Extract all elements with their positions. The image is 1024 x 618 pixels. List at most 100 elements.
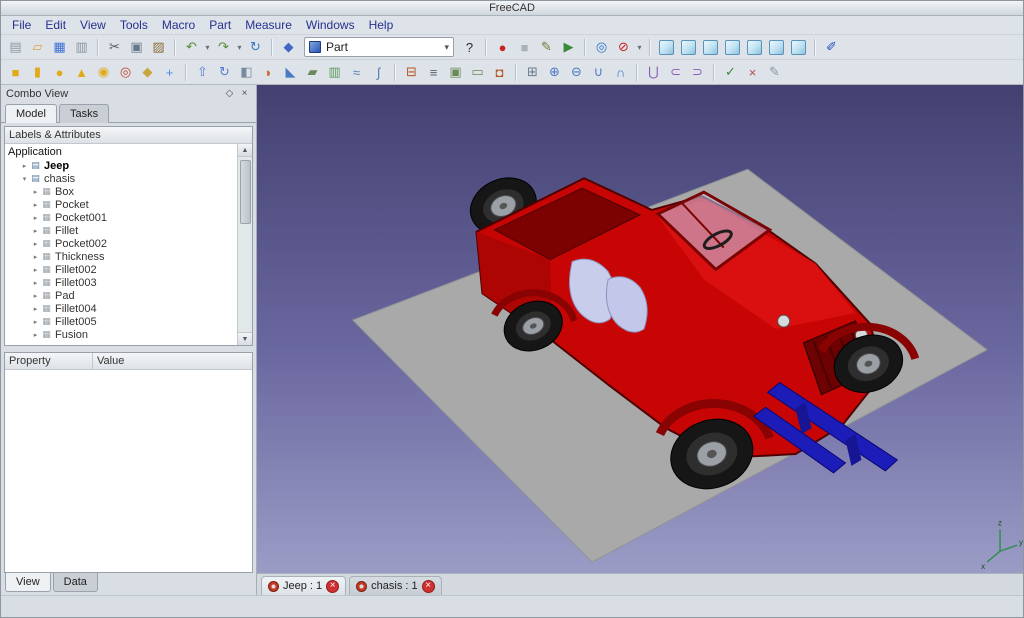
tree-item-thickness[interactable]: ▸▦Thickness: [7, 250, 236, 263]
collapse-arrow-icon[interactable]: ▾: [20, 175, 29, 183]
part-section-icon[interactable]: ⊟: [401, 62, 422, 83]
undo-dropdown-icon[interactable]: ▾: [203, 37, 212, 58]
3d-scene[interactable]: z y x: [257, 85, 1023, 573]
view-rear-icon[interactable]: [747, 40, 762, 55]
refresh-icon[interactable]: ↻: [245, 37, 266, 58]
part-defeaturing-icon[interactable]: ×: [742, 62, 763, 83]
part-torus-icon[interactable]: ◉: [93, 62, 114, 83]
part-measure-icon[interactable]: ✎: [764, 62, 785, 83]
part-embed-icon[interactable]: ⊂: [665, 62, 686, 83]
document-tab-jeep[interactable]: Jeep : 1×: [261, 576, 346, 595]
part-boolean-icon[interactable]: ⊕: [544, 62, 565, 83]
part-offset-3d-icon[interactable]: ▣: [445, 62, 466, 83]
menu-file[interactable]: File: [5, 17, 38, 33]
workbench-switcher-icon[interactable]: ◆: [278, 37, 299, 58]
part-cylinder-icon[interactable]: ▮: [27, 62, 48, 83]
expand-arrow-icon[interactable]: ▸: [31, 305, 40, 313]
menu-edit[interactable]: Edit: [38, 17, 73, 33]
view-left-icon[interactable]: [791, 40, 806, 55]
tree-item-fillet004[interactable]: ▸▦Fillet004: [7, 302, 236, 315]
part-tube-icon[interactable]: ◎: [115, 62, 136, 83]
expand-arrow-icon[interactable]: ▸: [31, 214, 40, 222]
undo-icon[interactable]: ↶: [181, 37, 202, 58]
cut-icon[interactable]: ✂: [104, 37, 125, 58]
part-sphere-icon[interactable]: ●: [49, 62, 70, 83]
expand-arrow-icon[interactable]: ▸: [31, 292, 40, 300]
tree-item-fusion[interactable]: ▸▦Fusion: [7, 328, 236, 341]
part-common-icon[interactable]: ∩: [610, 62, 631, 83]
expand-arrow-icon[interactable]: ▸: [31, 318, 40, 326]
part-box-icon[interactable]: ■: [5, 62, 26, 83]
tree-item-pocket[interactable]: ▸▦Pocket: [7, 198, 236, 211]
fit-all-icon[interactable]: ◎: [591, 37, 612, 58]
part-cutout-icon[interactable]: ⊃: [687, 62, 708, 83]
view-right-icon[interactable]: [725, 40, 740, 55]
expand-arrow-icon[interactable]: ▸: [31, 201, 40, 209]
expand-arrow-icon[interactable]: ▸: [31, 227, 40, 235]
part-loft-icon[interactable]: ≈: [346, 62, 367, 83]
measure-distance-icon[interactable]: ✐: [821, 37, 842, 58]
paste-icon[interactable]: ▨: [148, 37, 169, 58]
tab-tasks[interactable]: Tasks: [59, 104, 109, 123]
expand-arrow-icon[interactable]: ▸: [31, 188, 40, 196]
close-panel-icon[interactable]: ×: [238, 87, 251, 100]
part-offset-2d-icon[interactable]: ▭: [467, 62, 488, 83]
tree-item-chasis[interactable]: ▾▤chasis: [7, 172, 236, 185]
draw-style-dropdown-icon[interactable]: ▾: [635, 37, 644, 58]
close-tab-icon[interactable]: ×: [326, 580, 339, 593]
float-panel-icon[interactable]: ◇: [223, 87, 236, 100]
expand-arrow-icon[interactable]: ▸: [31, 266, 40, 274]
execute-macro-icon[interactable]: ▶: [558, 37, 579, 58]
menu-measure[interactable]: Measure: [238, 17, 299, 33]
viewport-3d[interactable]: z y x: [257, 85, 1023, 573]
close-tab-icon[interactable]: ×: [422, 580, 435, 593]
print-icon[interactable]: ▥: [71, 37, 92, 58]
redo-icon[interactable]: ↷: [213, 37, 234, 58]
tree-item-jeep[interactable]: ▸▤Jeep: [7, 159, 236, 172]
tree-scrollbar[interactable]: ▲ ▼: [237, 144, 252, 345]
new-document-icon[interactable]: ▤: [5, 37, 26, 58]
menu-help[interactable]: Help: [362, 17, 401, 33]
part-check-geometry-icon[interactable]: ✓: [720, 62, 741, 83]
copy-icon[interactable]: ▣: [126, 37, 147, 58]
part-revolve-icon[interactable]: ↻: [214, 62, 235, 83]
part-fillet-icon[interactable]: ◗: [258, 62, 279, 83]
part-cross-sections-icon[interactable]: ≡: [423, 62, 444, 83]
tree-item-pocket001[interactable]: ▸▦Pocket001: [7, 211, 236, 224]
menu-view[interactable]: View: [73, 17, 113, 33]
scroll-up-icon[interactable]: ▲: [238, 144, 252, 157]
stop-macro-icon[interactable]: ■: [514, 37, 535, 58]
tree-item-fillet[interactable]: ▸▦Fillet: [7, 224, 236, 237]
part-union-icon[interactable]: ∪: [588, 62, 609, 83]
part-mirror-icon[interactable]: ◧: [236, 62, 257, 83]
part-cut-icon[interactable]: ⊖: [566, 62, 587, 83]
menu-macro[interactable]: Macro: [155, 17, 202, 33]
view-front-icon[interactable]: [681, 40, 696, 55]
part-make-face-icon[interactable]: ▰: [302, 62, 323, 83]
tree-item-box[interactable]: ▸▦Box: [7, 185, 236, 198]
record-macro-icon[interactable]: ●: [492, 37, 513, 58]
tree-item-pocket002[interactable]: ▸▦Pocket002: [7, 237, 236, 250]
expand-arrow-icon[interactable]: ▸: [31, 253, 40, 261]
redo-dropdown-icon[interactable]: ▾: [235, 37, 244, 58]
part-chamfer-icon[interactable]: ◣: [280, 62, 301, 83]
menu-windows[interactable]: Windows: [299, 17, 362, 33]
tab-data[interactable]: Data: [53, 573, 98, 592]
scroll-thumb[interactable]: [240, 160, 251, 224]
tree-root-application[interactable]: Application: [5, 144, 252, 158]
view-bottom-icon[interactable]: [769, 40, 784, 55]
whats-this-icon[interactable]: ?: [459, 37, 480, 58]
part-sweep-icon[interactable]: ∫: [368, 62, 389, 83]
tree-item-fillet003[interactable]: ▸▦Fillet003: [7, 276, 236, 289]
menu-tools[interactable]: Tools: [113, 17, 155, 33]
scroll-down-icon[interactable]: ▼: [238, 332, 252, 345]
tree-item-fillet002[interactable]: ▸▦Fillet002: [7, 263, 236, 276]
part-extrude-icon[interactable]: ⇧: [192, 62, 213, 83]
part-cone-icon[interactable]: ▲: [71, 62, 92, 83]
view-isometric-icon[interactable]: [659, 40, 674, 55]
part-ruled-surface-icon[interactable]: ▥: [324, 62, 345, 83]
edit-macro-icon[interactable]: ✎: [536, 37, 557, 58]
view-top-icon[interactable]: [703, 40, 718, 55]
document-tab-chasis[interactable]: chasis : 1×: [349, 576, 441, 595]
expand-arrow-icon[interactable]: ▸: [20, 162, 29, 170]
